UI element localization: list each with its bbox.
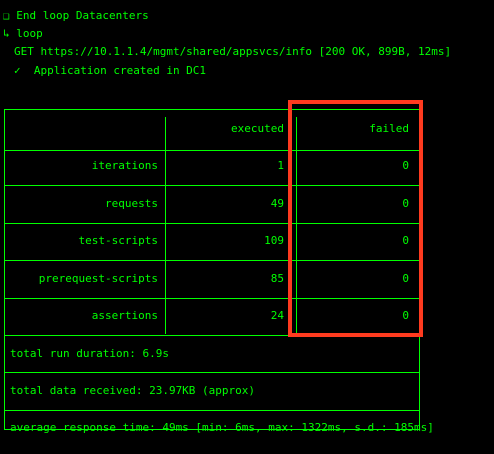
table-row-divider <box>4 372 420 373</box>
total-run-duration: total run duration: 6.9s <box>10 347 169 360</box>
row-label-assertions: assertions <box>91 309 158 322</box>
table-row-divider <box>4 410 420 411</box>
average-response-time: average response time: 49ms [min: 6ms, m… <box>10 421 434 434</box>
row-label-requests: requests <box>105 197 158 210</box>
total-data-received: total data received: 23.97KB (approx) <box>10 384 256 397</box>
column-divider <box>165 117 166 334</box>
loop-line: ↳ loop <box>3 27 43 40</box>
cell-executed: 1 <box>277 159 284 172</box>
cell-executed: 85 <box>270 272 284 285</box>
cell-executed: 49 <box>270 197 284 210</box>
row-label-test-scripts: test-scripts <box>78 234 158 247</box>
header-executed: executed <box>231 122 284 135</box>
cell-executed: 24 <box>270 309 284 322</box>
row-label-iterations: iterations <box>91 159 158 172</box>
failed-column-highlight <box>288 100 423 337</box>
table-border-left <box>4 109 5 429</box>
end-loop-line: ❑ End loop Datacenters <box>3 9 149 22</box>
assertion-pass-line: ✓ Application created in DC1 <box>14 64 207 77</box>
row-label-prerequest-scripts: prerequest-scripts <box>38 272 158 285</box>
cell-executed: 109 <box>264 234 284 247</box>
request-line: GET https://10.1.1.4/mgmt/shared/appsvcs… <box>14 45 452 58</box>
